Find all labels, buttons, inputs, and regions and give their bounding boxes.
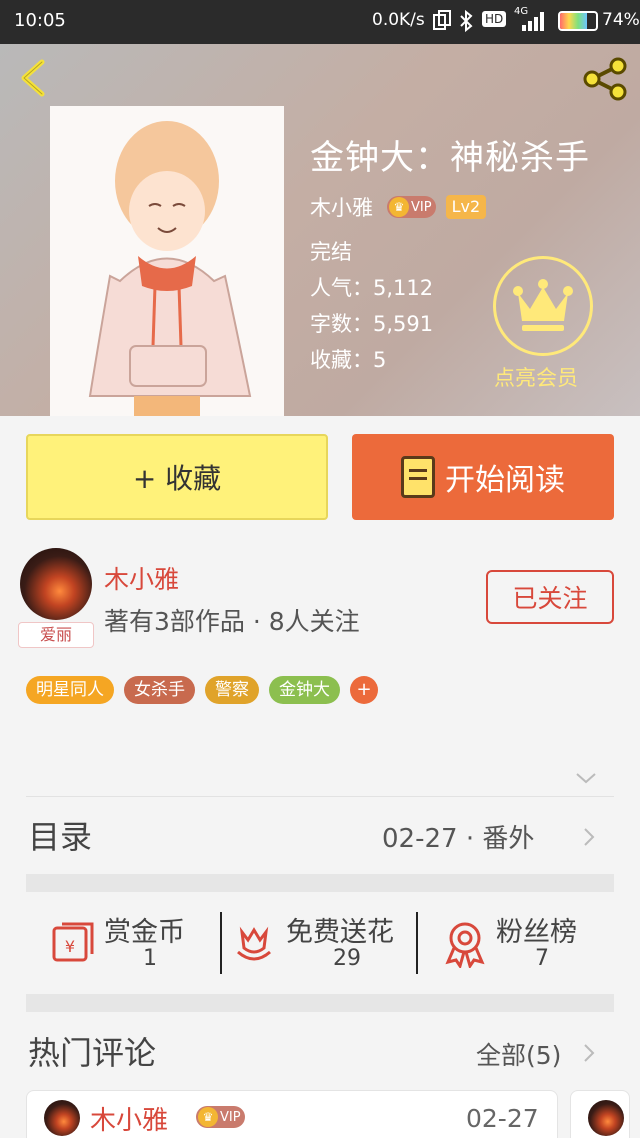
book-popularity: 人气：5,112	[310, 276, 434, 300]
tag-item[interactable]: 明星同人	[26, 676, 114, 704]
battery-level	[560, 13, 587, 29]
all-comments-link[interactable]: 全部(5)	[476, 1036, 561, 1072]
catalog-latest-chapter[interactable]: 02-27 · 番外	[382, 818, 534, 855]
author-works: 著有3部作品 · 8人关注	[104, 607, 360, 636]
author-avatar[interactable]	[20, 548, 92, 620]
author-name[interactable]: 木小雅	[104, 560, 179, 596]
book-word-count: 字数：5,591	[310, 312, 434, 336]
status-time: 10:05	[14, 10, 66, 31]
book-icon	[401, 456, 435, 498]
fan-rank-label[interactable]: 粉丝榜	[496, 910, 577, 949]
member-button[interactable]	[493, 256, 593, 356]
book-author[interactable]: 木小雅	[310, 192, 373, 222]
battery-percent: 74%	[602, 10, 640, 30]
follow-button[interactable]: 已关注	[486, 570, 614, 624]
vip-badge: ♛ VIP	[387, 196, 436, 218]
section-divider	[26, 874, 614, 892]
divider	[26, 796, 614, 797]
tag-item[interactable]: 女杀手	[124, 676, 195, 704]
section-divider	[26, 994, 614, 1012]
reward-coins-label[interactable]: 赏金币	[104, 910, 185, 949]
fan-rank-value: 7	[535, 946, 549, 971]
book-title: 金钟大：神秘杀手	[310, 138, 590, 178]
commenter-avatar[interactable]	[44, 1100, 80, 1136]
crown-icon	[513, 279, 573, 331]
member-label[interactable]: 点亮会员	[494, 362, 578, 392]
book-favorites: 收藏：5	[310, 348, 387, 372]
catalog-title[interactable]: 目录	[28, 812, 92, 858]
free-flowers-label[interactable]: 免费送花	[286, 910, 394, 949]
vip-label: VIP	[220, 1109, 241, 1125]
hot-comments-title: 热门评论	[28, 1034, 157, 1072]
avatar-tag: 爱丽	[18, 622, 94, 648]
reward-coins-value: 1	[143, 946, 157, 971]
stat-separator	[220, 912, 222, 974]
screen-copy-icon	[433, 10, 451, 30]
battery-icon	[558, 11, 598, 31]
collect-button[interactable]: + 收藏	[26, 434, 328, 520]
net-speed: 0.0K/s	[372, 10, 425, 30]
book-status: 完结	[310, 240, 352, 264]
chevron-right-icon[interactable]	[582, 1042, 596, 1064]
signal-icon	[522, 12, 544, 31]
stat-separator	[416, 912, 418, 974]
hd-badge: HD	[482, 11, 507, 27]
svg-text:¥: ¥	[65, 937, 75, 956]
status-bar: 10:05 0.0K/s HD 4G 74%	[0, 0, 640, 44]
start-reading-button[interactable]: 开始阅读	[352, 434, 614, 520]
medal-icon[interactable]	[444, 920, 486, 968]
share-icon[interactable]	[580, 56, 630, 102]
chevron-down-icon[interactable]	[574, 768, 598, 788]
flower-icon[interactable]	[234, 922, 274, 966]
crown-icon: ♛	[389, 197, 409, 217]
book-header: 金钟大：神秘杀手 木小雅 ♛ VIP Lv2 完结 人气：5,112 字数：5,5…	[0, 44, 640, 416]
vip-label: VIP	[411, 199, 432, 215]
book-author-row: 木小雅 ♛ VIP Lv2	[310, 192, 487, 222]
back-arrow-icon[interactable]	[14, 56, 54, 100]
free-flowers-value: 29	[333, 946, 361, 971]
comment-date: 02-27	[466, 1104, 539, 1133]
commenter-name[interactable]: 木小雅	[90, 1100, 168, 1137]
bluetooth-icon	[460, 9, 473, 33]
cover-illustration	[88, 121, 252, 416]
chevron-right-icon[interactable]	[582, 826, 596, 848]
level-badge: Lv2	[445, 195, 487, 219]
commenter-avatar[interactable]	[588, 1100, 624, 1136]
tag-list: 明星同人 女杀手 警察 金钟大 +	[26, 676, 378, 704]
tag-item[interactable]: 金钟大	[269, 676, 340, 704]
crown-icon: ♛	[198, 1107, 218, 1127]
start-reading-label: 开始阅读	[445, 463, 565, 498]
book-cover[interactable]	[50, 106, 284, 416]
tag-item[interactable]: 警察	[205, 676, 259, 704]
vip-badge: ♛ VIP	[196, 1106, 245, 1128]
add-tag-button[interactable]: +	[350, 676, 378, 704]
